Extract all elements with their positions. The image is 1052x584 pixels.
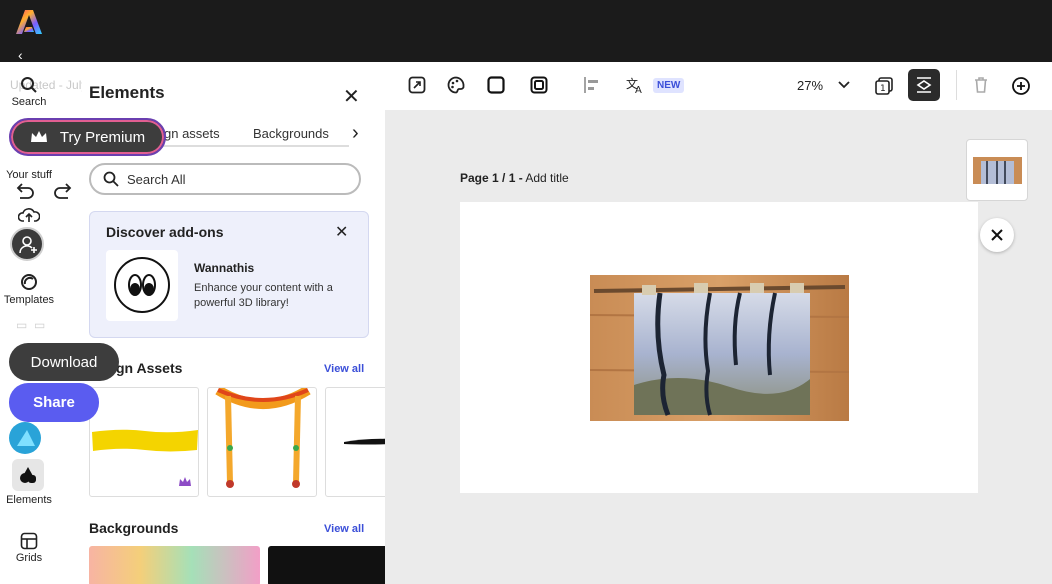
add-circle-icon[interactable] — [1011, 76, 1031, 96]
asset-black-brush[interactable] — [325, 387, 385, 497]
background-dark-tile[interactable] — [268, 546, 385, 584]
frame-icon[interactable] — [530, 76, 548, 94]
download-label: Download — [30, 353, 98, 371]
templates-icon — [21, 274, 37, 290]
rail-elements-label: Elements — [6, 494, 52, 506]
adobe-express-logo-icon[interactable] — [16, 10, 42, 34]
rail-grids[interactable]: Grids — [0, 532, 58, 564]
svg-text:A: A — [635, 85, 642, 94]
editor-toolbar: 文A NEW 27% 1 — [385, 62, 1052, 110]
elements-icon — [20, 467, 36, 483]
undo-redo-icons — [16, 183, 72, 199]
search-icon — [21, 77, 37, 93]
layers-button[interactable] — [908, 69, 940, 101]
addon-name: Wannathis — [194, 261, 255, 275]
color-palette-icon[interactable] — [447, 76, 465, 94]
shape-square-icon[interactable] — [487, 76, 505, 94]
close-icon — [991, 229, 1003, 241]
chevron-down-icon[interactable] — [837, 76, 851, 94]
asset-marigold-garland[interactable] — [207, 387, 317, 497]
backgrounds-view-all-link[interactable]: View all — [324, 523, 364, 535]
add-title-input[interactable]: Add title — [525, 171, 568, 185]
search-icon — [103, 171, 119, 187]
crown-icon — [30, 131, 47, 142]
page-thumbnail[interactable] — [966, 139, 1028, 201]
triangle-icon — [17, 430, 35, 446]
panel-title: Elements — [89, 83, 165, 102]
invite-user-button[interactable] — [10, 227, 44, 261]
garland-icon — [215, 388, 311, 488]
addon-thumbnail — [106, 250, 178, 321]
tapestry-artwork-icon — [590, 275, 849, 421]
search-box[interactable] — [89, 163, 361, 195]
cloud-upload-icon[interactable] — [18, 206, 40, 224]
black-brush-stroke-icon — [344, 438, 385, 445]
layers-icon — [916, 77, 932, 93]
premium-crown-icon — [179, 477, 191, 486]
close-panel-icon[interactable]: ✕ — [343, 84, 360, 109]
toolbar-divider — [956, 70, 957, 100]
trash-icon[interactable] — [972, 76, 990, 94]
page-count-icon[interactable]: 1 — [874, 76, 894, 96]
tab-design-assets[interactable]: gn assets — [164, 126, 220, 141]
translate-icon[interactable]: 文A — [626, 76, 644, 94]
top-bar: ‹ — [0, 0, 1052, 62]
try-premium-button[interactable]: Try Premium — [9, 118, 166, 156]
rail-templates-label: Templates — [3, 294, 55, 306]
tabs-next-chevron-icon[interactable]: › — [352, 122, 359, 145]
page-label: Page 1 / 1 - Add title — [460, 171, 569, 185]
asset-yellow-brush[interactable] — [89, 387, 199, 497]
add-user-icon — [19, 236, 37, 254]
new-badge: NEW — [653, 78, 685, 93]
resize-icon[interactable] — [408, 76, 426, 94]
backgrounds-title: Backgrounds — [89, 520, 179, 536]
close-addons-icon[interactable]: ✕ — [335, 222, 348, 242]
eyes-logo-icon — [114, 257, 170, 313]
download-button[interactable]: Download — [9, 343, 119, 381]
rail-elements-tile[interactable] — [12, 459, 44, 491]
share-button[interactable]: Share — [9, 383, 99, 422]
page-number: Page 1 / 1 - — [460, 171, 523, 185]
close-selection-button[interactable] — [980, 218, 1014, 252]
brand-app-icon[interactable] — [9, 422, 41, 454]
zoom-level[interactable]: 27% — [797, 78, 823, 93]
rail-search-label: Search — [11, 96, 47, 108]
design-assets-view-all-link[interactable]: View all — [324, 363, 364, 375]
rail-grids-label: Grids — [15, 552, 43, 564]
tab-backgrounds[interactable]: Backgrounds — [253, 126, 329, 141]
background-gradient-tile[interactable] — [89, 546, 260, 584]
ghost-comment-icons: ▭ ▭ — [16, 318, 46, 332]
align-left-icon[interactable] — [583, 76, 601, 94]
redo-icon[interactable] — [54, 183, 72, 199]
search-input[interactable] — [127, 171, 327, 187]
share-label: Share — [33, 394, 75, 411]
svg-text:1: 1 — [880, 84, 886, 94]
page-thumbnail-preview — [973, 157, 1022, 184]
addons-heading: Discover add-ons — [106, 224, 224, 240]
grid-icon — [20, 532, 38, 550]
rail-elements[interactable]: Elements — [0, 494, 58, 506]
design-assets-title: gn Assets — [116, 360, 183, 376]
addons-card[interactable]: Discover add-ons ✕ Wannathis Enhance you… — [89, 211, 369, 338]
tapestry-image[interactable] — [590, 275, 849, 421]
try-premium-label: Try Premium — [59, 128, 146, 146]
rail-templates[interactable]: Templates — [0, 272, 58, 306]
addon-description: Enhance your content with a powerful 3D … — [194, 282, 333, 309]
back-chevron-icon[interactable]: ‹ — [18, 48, 23, 62]
rail-search[interactable]: Search — [0, 76, 58, 108]
undo-icon[interactable] — [16, 183, 34, 199]
